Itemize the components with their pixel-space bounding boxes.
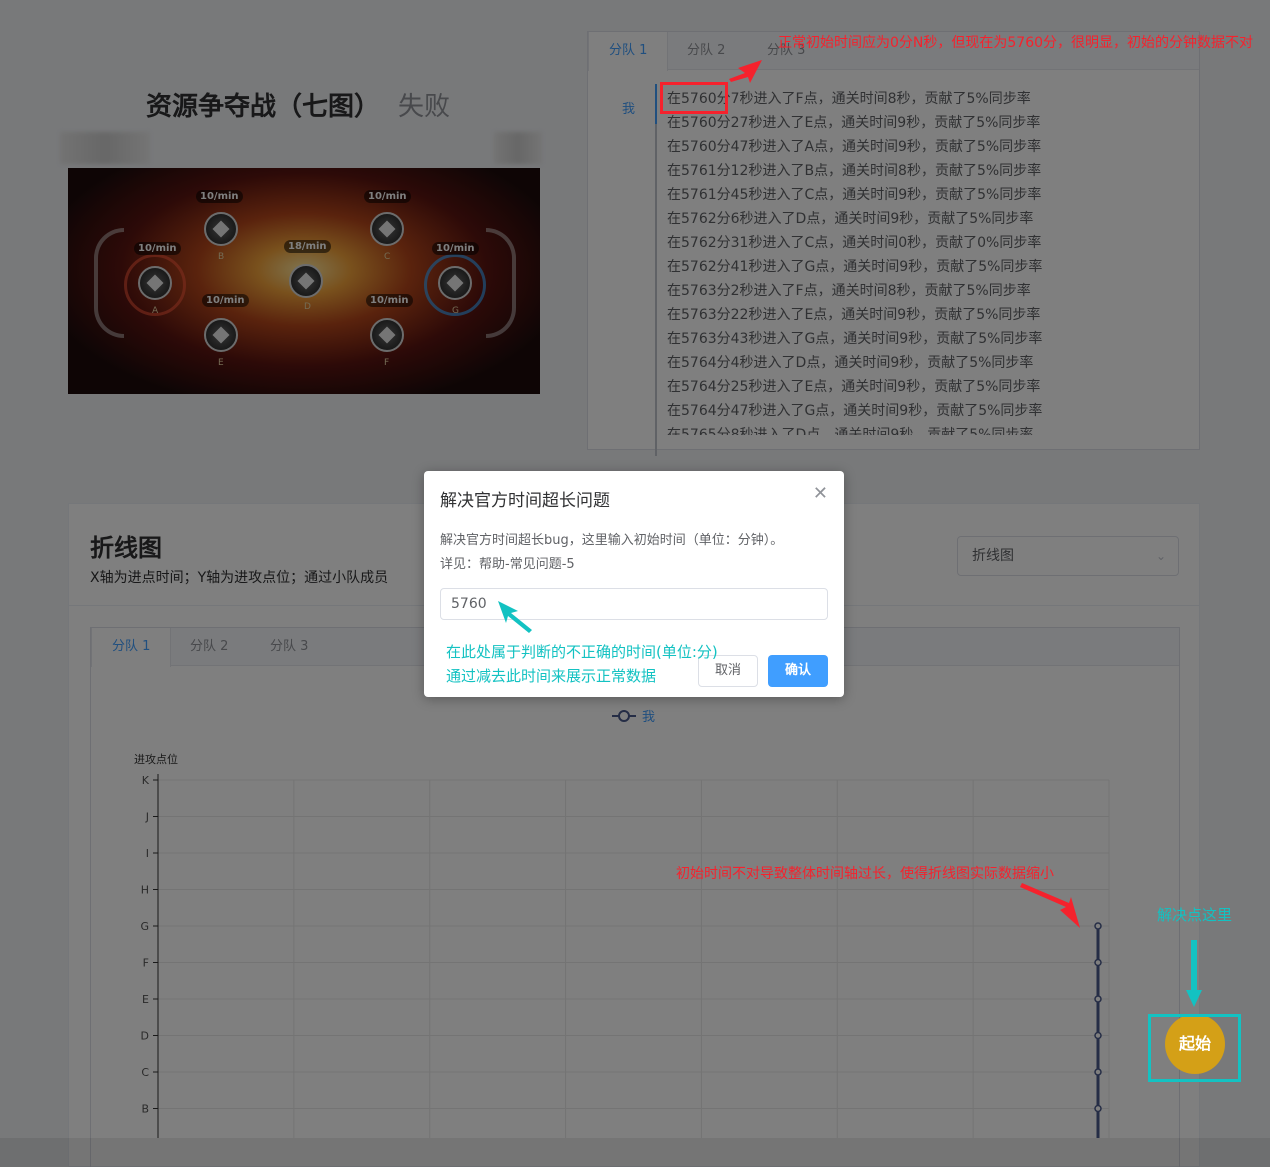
dialog-title: 解决官方时间超长问题 (440, 491, 610, 511)
close-icon[interactable]: ✕ (813, 483, 828, 504)
annotation-start-box (1148, 1014, 1241, 1082)
dialog-description: 解决官方时间超长bug，这里输入初始时间（单位：分钟）。 (440, 533, 784, 548)
initial-time-input[interactable] (440, 588, 828, 620)
annotation-start-hint: 解决点这里 (1157, 906, 1233, 924)
page-root: 资源争夺战（七图）失败 10/min 10/min 10/min 18/min … (0, 0, 1270, 1167)
annotation-input-hint-2: 通过减去此时间来展示正常数据 (446, 667, 657, 685)
annotation-highlight-box (660, 82, 728, 114)
confirm-button[interactable]: 确认 (768, 655, 828, 687)
dialog-help-link: 详见：帮助-常见问题-5 (440, 557, 575, 572)
annotation-top-note: 正常初始时间应为0分N秒，但现在为5760分，很明显，初始的分钟数据不对 (778, 35, 1254, 51)
annotation-chart-note: 初始时间不对导致整体时间轴过长，使得折线图实际数据缩小 (676, 866, 1054, 882)
annotation-input-hint-1: 在此处属于判断的不正确的时间(单位:分) (446, 643, 718, 661)
bottom-bar (0, 1138, 1270, 1167)
